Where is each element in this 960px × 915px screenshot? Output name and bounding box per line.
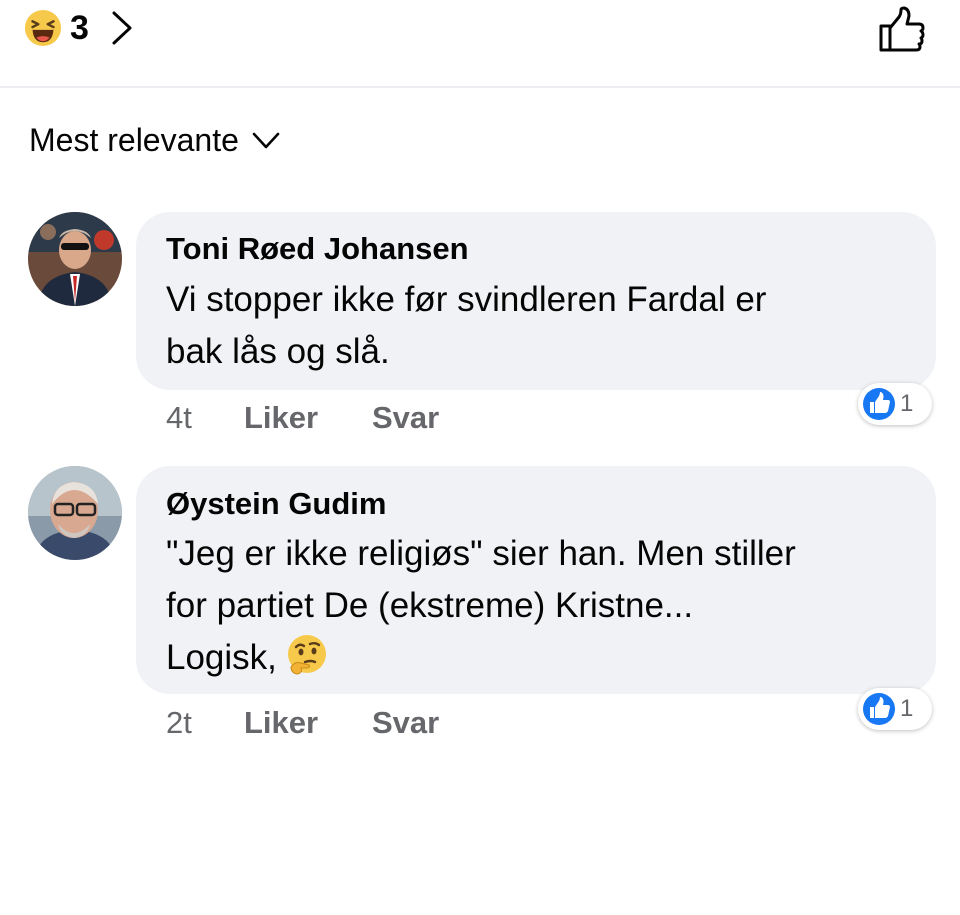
comment-text-line-wrap: Logisk, xyxy=(166,632,796,684)
avatar-photo xyxy=(28,212,122,306)
comment-text-line: Logisk, xyxy=(166,638,277,677)
comment-reactions[interactable]: 1 xyxy=(858,383,932,425)
comment-timestamp[interactable]: 2t xyxy=(166,705,192,741)
comment-text: "Jeg er ikke religiøs" sier han. Men sti… xyxy=(166,528,796,684)
haha-icon xyxy=(24,9,62,47)
like-comment-button[interactable]: Liker xyxy=(244,705,318,741)
comment-timestamp[interactable]: 4t xyxy=(166,400,192,436)
comment-reactions[interactable]: 1 xyxy=(858,688,932,730)
comment-text: Vi stopper ikke før svindleren Fardal er… xyxy=(166,274,766,378)
reactions-bar: 3 xyxy=(0,0,960,88)
comment-like-count: 1 xyxy=(900,390,914,417)
comment-author[interactable]: Øystein Gudim xyxy=(166,486,386,522)
sort-dropdown[interactable]: Mest relevante xyxy=(29,122,281,159)
reaction-summary[interactable]: 3 xyxy=(24,8,133,48)
like-comment-button[interactable]: Liker xyxy=(244,400,318,436)
reply-button[interactable]: Svar xyxy=(372,400,439,436)
like-reaction-icon xyxy=(863,693,895,725)
comment-text-line: for partiet De (ekstreme) Kristne... xyxy=(166,586,694,625)
comment-text-line: "Jeg er ikke religiøs" sier han. Men sti… xyxy=(166,534,796,573)
comment-text-line: Vi stopper ikke før svindleren Fardal er xyxy=(166,280,767,319)
comment-text-line: bak lås og slå. xyxy=(166,332,390,371)
chevron-down-icon xyxy=(252,132,280,148)
sort-label: Mest relevante xyxy=(29,122,239,158)
comment-author[interactable]: Toni Røed Johansen xyxy=(166,231,469,267)
thinking-face-emoji-icon xyxy=(287,635,326,675)
like-button-icon[interactable] xyxy=(876,6,926,54)
chevron-right-icon xyxy=(112,11,132,45)
avatar[interactable] xyxy=(28,212,122,306)
reaction-count: 3 xyxy=(70,8,89,47)
comment-like-count: 1 xyxy=(900,695,914,722)
avatar-photo xyxy=(28,466,122,560)
reply-button[interactable]: Svar xyxy=(372,705,439,741)
like-reaction-icon xyxy=(863,388,895,420)
avatar[interactable] xyxy=(28,466,122,560)
